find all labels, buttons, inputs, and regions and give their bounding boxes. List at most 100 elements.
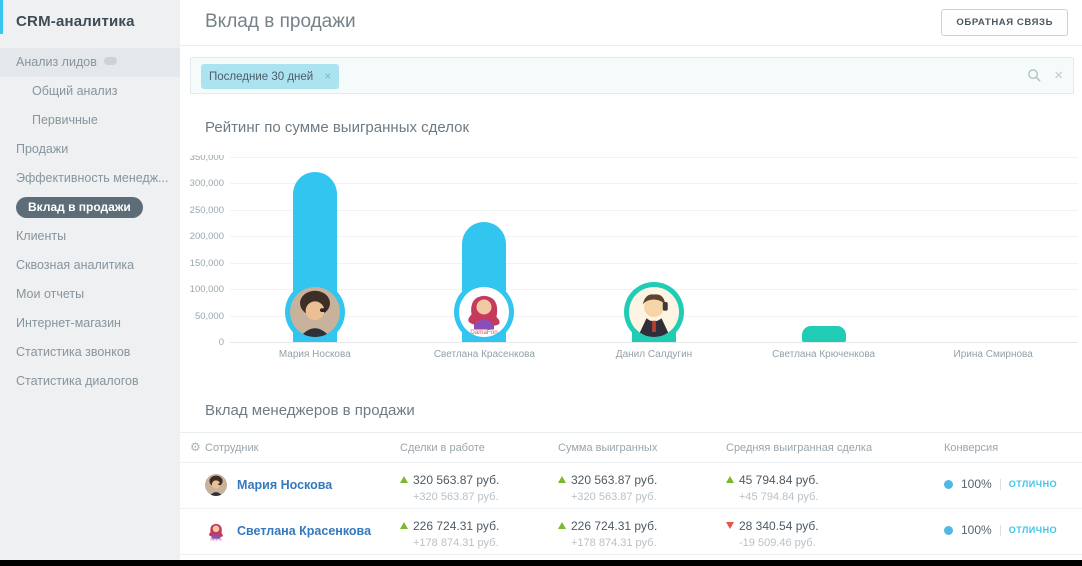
metric-delta: +178 874.31 руб. <box>413 537 499 549</box>
employee-avatar: DamaFon <box>205 520 227 542</box>
managers-table: Вклад менеджеров в продажи ⚙ Сотрудник С… <box>180 396 1082 566</box>
metric-value: 320 563.87 руб. <box>413 473 499 487</box>
chart-bar[interactable] <box>802 326 846 342</box>
trend-down-icon <box>726 522 734 529</box>
chart-gridline <box>230 342 1078 343</box>
y-axis-tick-label: 300,000 <box>180 178 224 189</box>
filter-icons: × <box>1027 58 1063 93</box>
conversion-cell: 100% ОТЛИЧНО <box>944 523 1057 537</box>
sidebar-item-internet-magazin[interactable]: Интернет-магазин <box>0 309 180 338</box>
table-rows: Мария Носкова320 563.87 руб.+320 563.87 … <box>180 462 1082 566</box>
col-avg-won: Средняя выигранная сделка <box>726 442 872 454</box>
metric-value: 28 340.54 руб. <box>739 519 819 533</box>
avatar-image <box>205 474 227 496</box>
trend-up-icon <box>400 476 408 483</box>
y-axis-tick-label: 250,000 <box>180 205 224 216</box>
avatar-image <box>629 287 679 337</box>
y-axis-tick-label: 200,000 <box>180 231 224 242</box>
sidebar-item-effektivnost-menedzh[interactable]: Эффективность менедж... <box>0 164 180 193</box>
filter-bar[interactable]: Последние 30 дней × × <box>190 57 1074 94</box>
corner-accent <box>0 0 3 34</box>
crm-analytics-page: CRM-аналитика Анализ лидов Общий анализ Пе… <box>0 0 1082 566</box>
clear-filter-icon[interactable]: × <box>1054 68 1063 83</box>
conversion-dot-icon <box>944 526 953 535</box>
table-row: DamaFon Светлана Красенкова 226 724.31 руб… <box>180 508 1082 554</box>
employee-cell[interactable]: DamaFon Светлана Красенкова <box>205 520 371 542</box>
svg-text:DamaFon: DamaFon <box>471 329 499 336</box>
metric-delta: -19 509.46 руб. <box>739 537 819 549</box>
topbar: Вклад в продажи ОБРАТНАЯ СВЯЗЬ <box>180 0 1082 46</box>
page-title: Вклад в продажи <box>205 11 356 33</box>
divider <box>1000 525 1001 536</box>
manager-avatar[interactable] <box>624 282 684 342</box>
table-row: Мария Носкова320 563.87 руб.+320 563.87 … <box>180 462 1082 508</box>
sidebar-item-label: Сквозная аналитика <box>16 258 134 272</box>
filter-chip-label: Последние 30 дней <box>209 71 313 83</box>
sidebar-item-statistika-dialogov[interactable]: Статистика диалогов <box>0 367 180 396</box>
avatar-image <box>290 287 340 337</box>
employee-name-link[interactable]: Светлана Красенкова <box>237 524 371 538</box>
metric-cell: 226 724.31 руб. +178 874.31 руб. <box>400 517 499 549</box>
sidebar-nav: Анализ лидов Общий анализ Первичные Продажи… <box>0 48 180 396</box>
metric-delta: +320 563.87 руб. <box>571 491 657 503</box>
col-conversion: Конверсия <box>944 442 998 454</box>
app-title: CRM-аналитика <box>16 13 135 30</box>
sidebar-item-label: Статистика диалогов <box>16 374 139 388</box>
metric-value: 226 724.31 руб. <box>413 519 499 533</box>
metric-cell: 226 724.31 руб.+178 874.31 руб. <box>558 517 657 549</box>
filter-chip[interactable]: Последние 30 дней × <box>201 64 339 89</box>
employee-name-link[interactable]: Мария Носкова <box>237 478 332 492</box>
sidebar-item-klienty[interactable]: Клиенты <box>0 222 180 251</box>
chart-gridline <box>230 157 1078 158</box>
conversion-percent: 100% <box>961 523 992 537</box>
chip-close-icon[interactable]: × <box>324 69 331 83</box>
sidebar-item-label: Вклад в продажи <box>16 197 143 218</box>
metric-delta: +45 794.84 руб. <box>739 491 819 503</box>
conversion-rating[interactable]: ОТЛИЧНО <box>1009 525 1057 535</box>
x-axis-category-label: Мария Носкова <box>235 349 395 360</box>
sidebar-item-prodazhi[interactable]: Продажи <box>0 135 180 164</box>
trend-up-icon <box>400 522 408 529</box>
employee-cell[interactable]: Мария Носкова <box>205 474 332 496</box>
sidebar-item-moi-otchety[interactable]: Мои отчеты <box>0 280 180 309</box>
sidebar-item-label: Интернет-магазин <box>16 316 121 330</box>
conversion-cell: 100% ОТЛИЧНО <box>944 477 1057 491</box>
metric-delta: +178 874.31 руб. <box>571 537 657 549</box>
y-axis-tick-label: 350,000 <box>180 155 224 163</box>
x-axis-category-label: Данил Салдугин <box>574 349 734 360</box>
trend-up-icon <box>726 476 734 483</box>
divider <box>1000 479 1001 490</box>
sidebar-item-statistika-zvonkov[interactable]: Статистика звонков <box>0 338 180 367</box>
metric-value: 45 794.84 руб. <box>739 473 819 487</box>
sidebar-item-skvoznaya-analitika[interactable]: Сквозная аналитика <box>0 251 180 280</box>
sidebar-item-analiz-lidov[interactable]: Анализ лидов <box>0 48 180 77</box>
col-deals-in-progress: Сделки в работе <box>400 442 485 454</box>
sidebar-item-pervichnye[interactable]: Первичные <box>0 106 180 135</box>
sidebar-item-label: Общий анализ <box>32 84 117 98</box>
table-title: Вклад менеджеров в продажи <box>205 402 415 419</box>
sidebar-item-vklad-v-prodazhi[interactable]: Вклад в продажи <box>0 193 180 222</box>
chart-gridline <box>230 236 1078 237</box>
link-badge-icon <box>104 57 117 65</box>
col-sum-won: Сумма выигранных <box>558 442 657 454</box>
conversion-percent: 100% <box>961 477 992 491</box>
sidebar-item-obshchiy-analiz[interactable]: Общий анализ <box>0 77 180 106</box>
trend-up-icon <box>558 522 566 529</box>
table-settings-gear-icon[interactable]: ⚙ <box>190 440 201 454</box>
manager-avatar[interactable] <box>285 282 345 342</box>
employee-avatar <box>205 474 227 496</box>
sidebar-item-label: Анализ лидов <box>16 55 97 69</box>
chart-gridline <box>230 183 1078 184</box>
conversion-rating[interactable]: ОТЛИЧНО <box>1009 479 1057 489</box>
metric-cell: 28 340.54 руб. -19 509.46 руб. <box>726 517 819 549</box>
col-employee: Сотрудник <box>205 442 258 454</box>
feedback-button[interactable]: ОБРАТНАЯ СВЯЗЬ <box>941 9 1068 36</box>
svg-text:DamaFon: DamaFon <box>210 538 223 542</box>
y-axis-tick-label: 0 <box>180 337 224 348</box>
metric-cell: 320 563.87 руб.+320 563.87 руб. <box>558 471 657 503</box>
x-axis-category-label: Ирина Смирнова <box>913 349 1073 360</box>
manager-avatar[interactable]: DamaFon <box>454 282 514 342</box>
sidebar-item-label: Продажи <box>16 142 68 156</box>
search-icon[interactable] <box>1027 68 1042 83</box>
sidebar-item-label: Мои отчеты <box>16 287 84 301</box>
